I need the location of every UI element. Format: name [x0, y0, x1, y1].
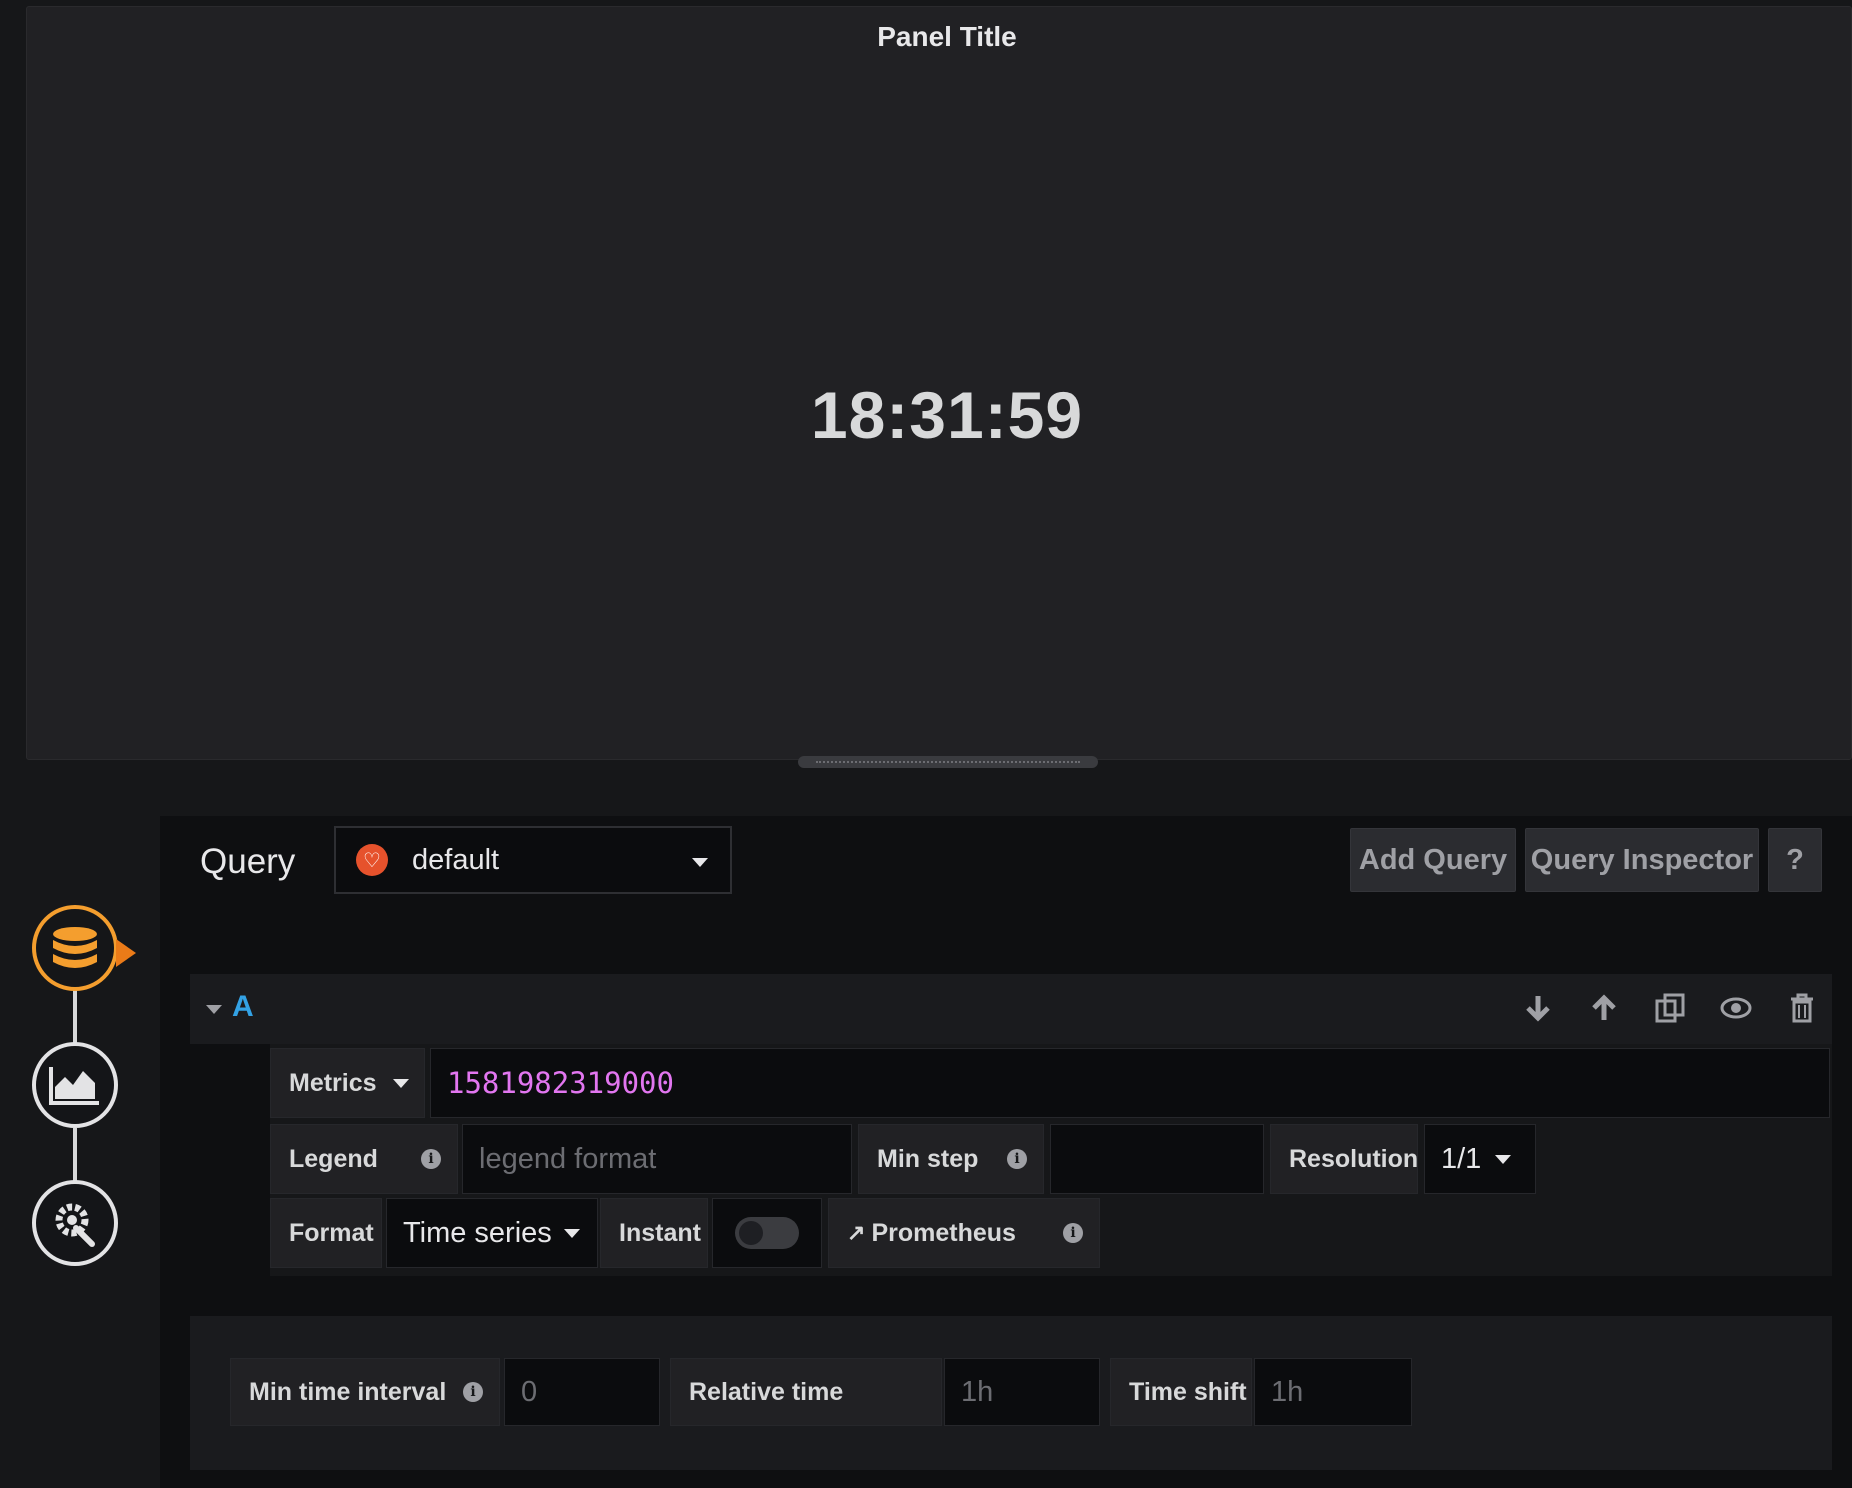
min-interval-input[interactable]: 0	[504, 1358, 660, 1426]
resolution-label: Resolution	[1270, 1124, 1418, 1194]
visualization-nav-button[interactable]	[32, 1042, 118, 1128]
database-icon	[53, 927, 97, 968]
relative-time-label: Relative time	[670, 1358, 942, 1426]
move-up-icon[interactable]	[1586, 990, 1622, 1026]
general-nav-button[interactable]	[32, 1180, 118, 1266]
area-chart-icon	[49, 1067, 99, 1105]
info-icon[interactable]: i	[421, 1149, 441, 1169]
queries-nav-button[interactable]	[32, 905, 136, 991]
collapse-caret-icon[interactable]	[206, 1005, 222, 1014]
datasource-name: default	[412, 843, 500, 876]
singlestat-value: 18:31:59	[810, 378, 1084, 452]
sidenav-connector	[73, 1128, 77, 1184]
info-icon[interactable]: i	[1063, 1223, 1083, 1243]
chevron-down-icon	[563, 1228, 580, 1238]
query-ref-id[interactable]: A	[232, 990, 254, 1024]
query-heading: Query	[200, 842, 296, 881]
info-icon[interactable]: i	[1007, 1149, 1027, 1169]
min-step-label: Min step i	[858, 1124, 1044, 1194]
relative-time-input[interactable]: 1h	[944, 1358, 1100, 1426]
format-label: Format	[270, 1198, 382, 1268]
query-inspector-button[interactable]: Query Inspector	[1525, 828, 1759, 892]
min-interval-placeholder: 0	[521, 1375, 538, 1408]
instant-toggle-wrap	[712, 1198, 822, 1268]
add-query-button[interactable]: Add Query	[1350, 828, 1516, 892]
datasource-picker[interactable]: ♡ default	[334, 826, 732, 894]
move-down-icon[interactable]	[1520, 990, 1556, 1026]
prometheus-link-text: Prometheus	[871, 1218, 1016, 1247]
legend-label: Legend i	[270, 1124, 458, 1194]
time-shift-input[interactable]: 1h	[1254, 1358, 1412, 1426]
time-shift-label: Time shift	[1110, 1358, 1252, 1426]
external-link-icon: ↗	[847, 1220, 866, 1245]
metrics-label-text: Metrics	[289, 1068, 377, 1097]
panel-title[interactable]: Panel Title	[27, 21, 1852, 53]
legend-format-input[interactable]: legend format	[462, 1124, 852, 1194]
legend-placeholder: legend format	[479, 1142, 657, 1175]
metrics-query-input[interactable]: 1581982319000	[430, 1048, 1830, 1118]
cog-wrench-icon	[55, 1203, 95, 1247]
help-button[interactable]: ?	[1768, 828, 1822, 892]
min-interval-label: Min time interval i	[230, 1358, 500, 1426]
resolution-select[interactable]: 1/1	[1424, 1124, 1536, 1194]
panel: Panel Title 18:31:59	[26, 6, 1852, 760]
prometheus-icon: ♡	[356, 844, 388, 876]
resolution-value: 1/1	[1441, 1142, 1482, 1175]
format-select[interactable]: Time series	[386, 1198, 598, 1268]
chevron-down-icon	[1495, 1154, 1512, 1164]
min-step-input[interactable]	[1050, 1124, 1264, 1194]
format-value: Time series	[403, 1216, 552, 1249]
min-interval-label-text: Min time interval	[249, 1377, 447, 1406]
instant-label: Instant	[600, 1198, 708, 1268]
trash-icon[interactable]	[1784, 990, 1820, 1026]
sidenav-connector	[73, 990, 77, 1046]
instant-toggle[interactable]	[735, 1217, 799, 1249]
legend-label-text: Legend	[289, 1144, 378, 1173]
duplicate-icon[interactable]	[1652, 990, 1688, 1026]
relative-time-placeholder: 1h	[961, 1375, 994, 1408]
min-step-label-text: Min step	[877, 1144, 979, 1173]
eye-icon[interactable]	[1718, 990, 1754, 1026]
chevron-down-icon	[692, 858, 708, 867]
metrics-label[interactable]: Metrics	[270, 1048, 425, 1118]
time-shift-placeholder: 1h	[1271, 1375, 1304, 1408]
info-icon[interactable]: i	[463, 1382, 483, 1402]
panel-resize-handle[interactable]	[798, 756, 1098, 768]
chevron-down-icon	[392, 1078, 409, 1088]
prometheus-link[interactable]: ↗ Prometheus i	[828, 1198, 1100, 1268]
